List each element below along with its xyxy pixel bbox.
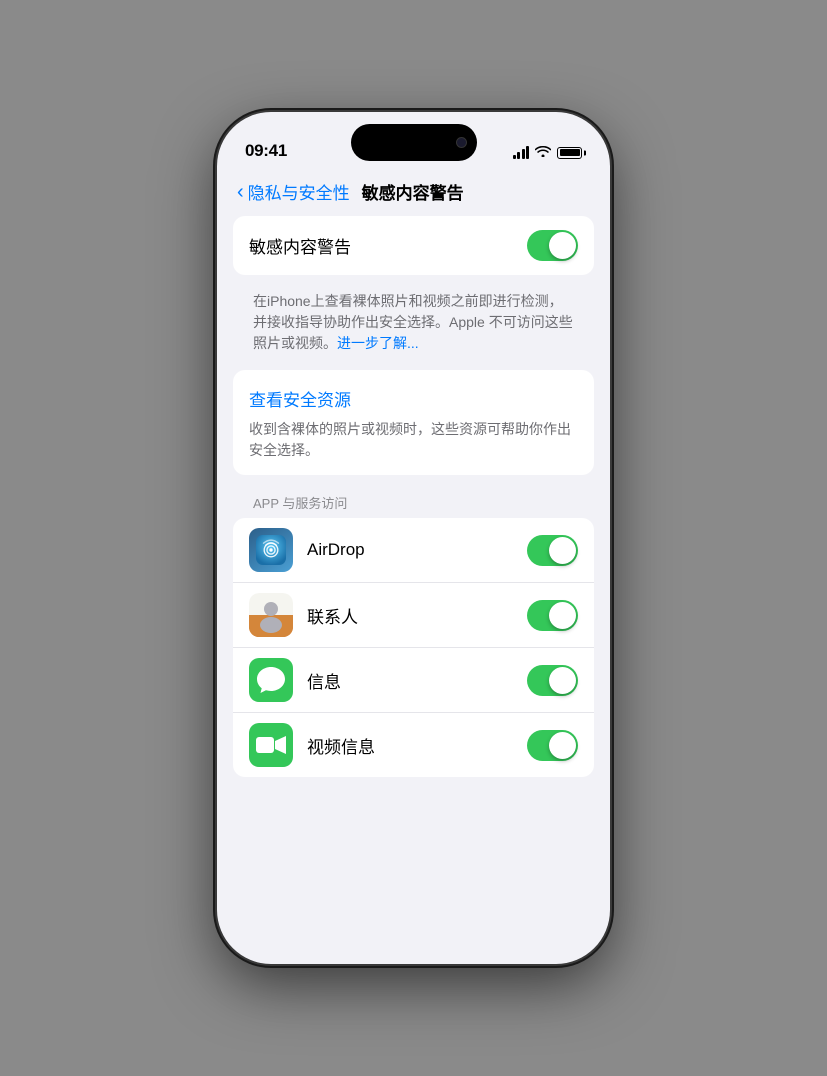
- messages-toggle[interactable]: [527, 665, 578, 696]
- signal-icon: [513, 146, 530, 159]
- toggle-knob: [549, 232, 576, 259]
- contacts-toggle[interactable]: [527, 600, 578, 631]
- learn-more-link[interactable]: 进一步了解...: [337, 335, 419, 351]
- nav-bar: ‹ 隐私与安全性 敏感内容警告: [217, 171, 610, 216]
- list-item: 视频信息: [233, 713, 594, 777]
- content: 敏感内容警告 在iPhone上查看裸体照片和视频之前即进行检测，并接收指导协助作…: [217, 216, 610, 807]
- back-label: 隐私与安全性: [248, 179, 350, 204]
- status-icons: [513, 144, 583, 161]
- facetime-toggle[interactable]: [527, 730, 578, 761]
- list-item: 联系人: [233, 583, 594, 648]
- airdrop-icon: [249, 528, 293, 572]
- back-arrow-icon: ‹: [237, 182, 244, 202]
- list-item: 信息: [233, 648, 594, 713]
- resource-description: 收到含裸体的照片或视频时，这些资源可帮助你作出安全选择。: [249, 419, 578, 461]
- sensitive-content-toggle[interactable]: [527, 230, 578, 261]
- list-item: AirDrop: [233, 518, 594, 583]
- facetime-icon: [249, 723, 293, 767]
- app-section-label: APP 与服务访问: [233, 485, 594, 518]
- phone-screen: 09:41: [217, 112, 610, 964]
- airdrop-label: AirDrop: [307, 540, 527, 560]
- dynamic-island: [351, 124, 477, 161]
- sensitive-content-toggle-row: 敏感内容警告: [233, 216, 594, 275]
- facetime-label: 视频信息: [307, 733, 527, 758]
- resource-title[interactable]: 查看安全资源: [249, 386, 578, 411]
- airdrop-toggle[interactable]: [527, 535, 578, 566]
- wifi-icon: [535, 144, 551, 161]
- messages-label: 信息: [307, 668, 527, 693]
- battery-icon: [557, 147, 582, 159]
- toggle-knob: [549, 732, 576, 759]
- toggle-knob: [549, 667, 576, 694]
- phone-frame: 09:41: [217, 112, 610, 964]
- main-toggle-card: 敏感内容警告: [233, 216, 594, 275]
- page-title: 敏感内容警告: [362, 179, 464, 204]
- bottom-space: [233, 777, 594, 807]
- camera-dot: [456, 137, 467, 148]
- contacts-label: 联系人: [307, 603, 527, 628]
- main-description: 在iPhone上查看裸体照片和视频之前即进行检测，并接收指导协助作出安全选择。A…: [233, 285, 594, 370]
- toggle-knob: [549, 537, 576, 564]
- status-time: 09:41: [245, 141, 287, 161]
- resource-card: 查看安全资源 收到含裸体的照片或视频时，这些资源可帮助你作出安全选择。: [233, 370, 594, 475]
- back-button[interactable]: ‹ 隐私与安全性: [237, 179, 350, 204]
- sensitive-content-label: 敏感内容警告: [249, 233, 351, 258]
- app-list-card: AirDrop: [233, 518, 594, 777]
- contacts-icon: [249, 593, 293, 637]
- toggle-knob: [549, 602, 576, 629]
- messages-icon: [249, 658, 293, 702]
